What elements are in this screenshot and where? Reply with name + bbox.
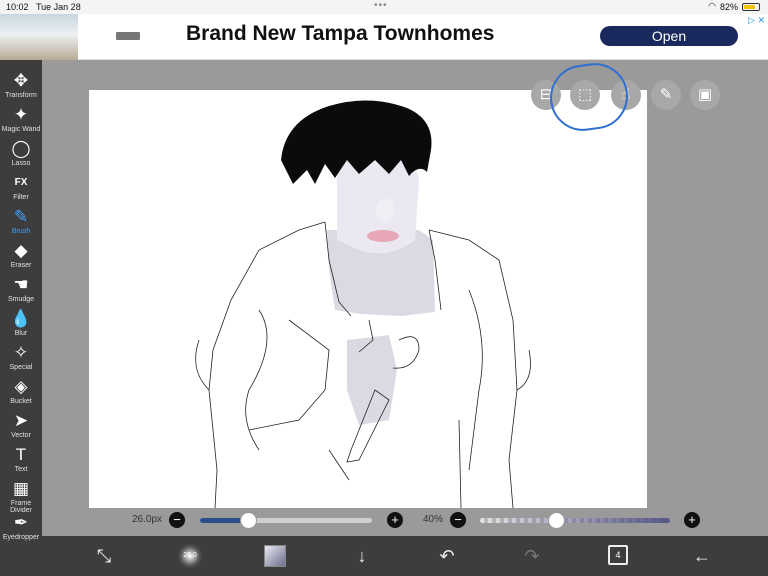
redo-icon[interactable]: ↷	[520, 544, 544, 568]
tool-eyedropper[interactable]: ✒ Eyedropper	[0, 512, 42, 546]
artwork	[195, 100, 531, 508]
canvas-workspace: ⊟ ⬚ ☝ ✎ ▣	[42, 58, 768, 536]
image-icon[interactable]: ▣	[690, 80, 720, 110]
tool-text[interactable]: T Text	[0, 444, 42, 478]
adchoices-icon[interactable]: ▷ ✕	[748, 15, 765, 26]
back-arrow-icon[interactable]: ←	[690, 544, 714, 568]
tool-label: Brush	[11, 228, 31, 235]
tool-transform[interactable]: ✥ Transform	[0, 70, 42, 104]
frame-divider-icon: ▦	[12, 479, 30, 498]
tool-magic-wand[interactable]: ✦ Magic Wand	[0, 104, 42, 138]
magic-wand-icon: ✦	[13, 105, 29, 124]
tool-special[interactable]: ✧ Special	[0, 342, 42, 376]
tool-label: Eyedropper	[2, 534, 40, 541]
brush-size-increase-button[interactable]: +	[387, 512, 403, 528]
tool-label: Lasso	[11, 160, 31, 167]
tool-vector[interactable]: ➤ Vector	[0, 410, 42, 444]
status-bar: 10:02 Tue Jan 28 ••• ◠ 82%	[0, 0, 768, 14]
tool-bucket[interactable]: ◈ Bucket	[0, 376, 42, 410]
tool-label: Blur	[14, 330, 28, 337]
tool-smudge[interactable]: ☚ Smudge	[0, 274, 42, 308]
opacity-slider[interactable]	[480, 518, 670, 523]
opacity-increase-button[interactable]: +	[684, 512, 700, 528]
brush-icon: ✎	[13, 207, 29, 226]
download-icon[interactable]: ↓	[350, 544, 374, 568]
brush-size-slider[interactable]	[200, 518, 372, 523]
canvas-transform-icon[interactable]: ⤡	[92, 544, 116, 568]
slider-bar: 26.0px − + 40% − +	[42, 508, 768, 536]
smudge-icon: ☚	[13, 275, 29, 294]
drawing-canvas[interactable]	[89, 90, 647, 508]
tool-label: Eraser	[10, 262, 32, 269]
tool-sidebar: ✥ Transform ✦ Magic Wand ◯ Lasso FX Filter ✎ Brus…	[0, 60, 42, 576]
bottom-toolbar: ⤡ 26.0 ↓ ↶ ↷ 4 ←	[42, 536, 768, 576]
opacity-value: 40%	[423, 514, 444, 525]
tool-filter[interactable]: FX Filter	[0, 172, 42, 206]
tool-label: Magic Wand	[1, 126, 41, 133]
filter-icon: FX	[14, 177, 28, 188]
opacity-gradient	[480, 518, 670, 523]
status-right: ◠ 82%	[708, 1, 760, 12]
ad-headline[interactable]: Brand New Tampa Townhomes	[186, 22, 494, 46]
ad-thumbnail[interactable]	[0, 14, 78, 60]
ad-logo	[116, 32, 140, 40]
brush-preview-button[interactable]: 26.0	[178, 544, 202, 568]
ad-banner[interactable]: Brand New Tampa Townhomes Open ▷ ✕	[0, 14, 768, 60]
status-time: 10:02	[6, 2, 29, 12]
battery-icon	[742, 2, 760, 11]
status-date: Tue Jan 28	[36, 2, 81, 12]
lasso-icon: ◯	[11, 139, 31, 158]
layers-button[interactable]: 4	[608, 545, 628, 565]
tool-blur[interactable]: 💧 Blur	[0, 308, 42, 342]
tool-frame-divider[interactable]: ▦ Frame Divider	[0, 478, 42, 514]
transform-icon: ✥	[13, 71, 29, 90]
text-icon: T	[15, 445, 27, 464]
brush-size-value: 26.0px	[132, 514, 163, 525]
opacity-knob[interactable]	[548, 512, 565, 529]
vector-icon: ➤	[13, 411, 29, 430]
tool-lasso[interactable]: ◯ Lasso	[0, 138, 42, 172]
tool-brush[interactable]: ✎ Brush	[0, 206, 42, 240]
tool-label: Vector	[11, 432, 31, 439]
eyedropper-icon: ✒	[13, 513, 29, 532]
multitask-dots[interactable]: •••	[374, 0, 388, 11]
tool-label: Special	[9, 364, 33, 371]
brush-size-decrease-button[interactable]: −	[169, 512, 185, 528]
color-swatch-button[interactable]	[264, 545, 286, 567]
pen-icon[interactable]: ✎	[651, 80, 681, 110]
tool-label: Transform	[5, 92, 37, 99]
tool-label: Bucket	[10, 398, 32, 405]
blur-icon: 💧	[10, 309, 32, 328]
bucket-icon: ◈	[14, 377, 28, 396]
wifi-icon: ◠	[708, 1, 716, 11]
tool-eraser[interactable]: ◆ Eraser	[0, 240, 42, 274]
tool-label: Text	[14, 466, 28, 473]
battery-percent: 82%	[719, 1, 738, 12]
brush-size-knob[interactable]	[240, 512, 258, 529]
opacity-decrease-button[interactable]: −	[450, 512, 466, 528]
special-icon: ✧	[13, 343, 29, 362]
tool-label: Filter	[13, 194, 29, 201]
eraser-icon: ◆	[14, 241, 28, 260]
tool-label: Smudge	[7, 296, 35, 303]
ad-open-button[interactable]: Open	[600, 26, 738, 46]
undo-icon[interactable]: ↶	[435, 544, 459, 568]
